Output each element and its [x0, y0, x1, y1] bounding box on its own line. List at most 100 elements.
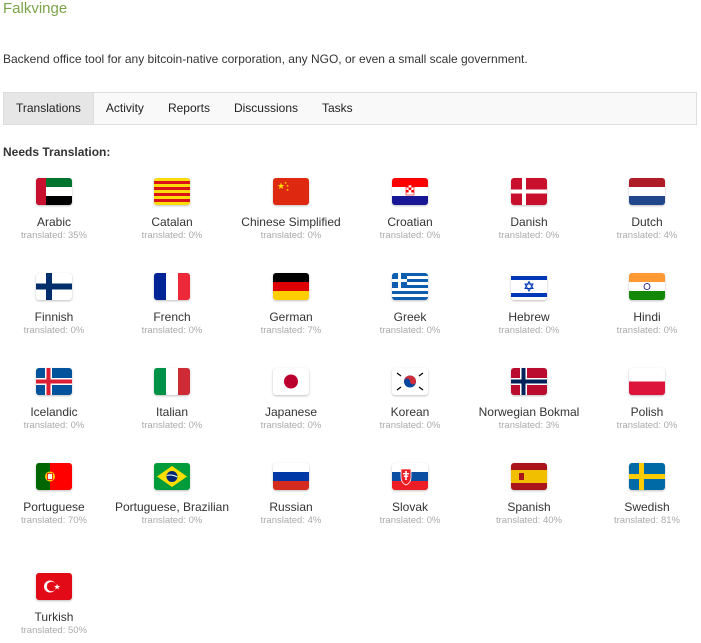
- tab-activity[interactable]: Activity: [94, 93, 156, 124]
- language-item[interactable]: Icelandic translated: 0%: [0, 368, 113, 431]
- translation-progress: translated: 0%: [141, 515, 203, 526]
- flag-icon: [36, 273, 72, 300]
- flag-icon: [629, 368, 665, 395]
- language-name: Russian: [269, 500, 313, 514]
- language-name: German: [269, 310, 313, 324]
- translation-progress: translated: 0%: [379, 230, 441, 241]
- language-item[interactable]: Polish translated: 0%: [588, 368, 701, 431]
- language-name: Slovak: [391, 500, 429, 514]
- language-name: Italian: [155, 405, 189, 419]
- flag-icon: ★ ★ ★ ★: [273, 178, 309, 205]
- language-name: Catalan: [151, 215, 193, 229]
- translation-progress: translated: 0%: [379, 515, 441, 526]
- language-name: Chinese Simplified: [241, 215, 341, 229]
- translation-progress: translated: 0%: [260, 230, 322, 241]
- translation-progress: translated: 35%: [20, 230, 87, 241]
- language-item[interactable]: Greek translated: 0%: [351, 273, 469, 336]
- flag-icon: [392, 463, 428, 490]
- language-item[interactable]: Danish translated: 0%: [470, 178, 588, 241]
- language-name: Finnish: [34, 310, 74, 324]
- flag-icon: [511, 463, 547, 490]
- language-name: Greek: [393, 310, 427, 324]
- tab-discussions[interactable]: Discussions: [222, 93, 310, 124]
- language-item[interactable]: Portuguese translated: 70%: [0, 463, 113, 526]
- flag-icon: [511, 368, 547, 395]
- translation-progress: translated: 4%: [616, 230, 678, 241]
- language-name: Swedish: [624, 500, 670, 514]
- tab-tasks[interactable]: Tasks: [310, 93, 365, 124]
- language-item[interactable]: Arabic translated: 35%: [0, 178, 113, 241]
- translation-progress: translated: 0%: [379, 420, 441, 431]
- flag-icon: [511, 273, 547, 300]
- language-name: French: [153, 310, 191, 324]
- flag-icon: [154, 463, 190, 490]
- translation-progress: translated: 0%: [141, 230, 203, 241]
- project-title: Falkvinge: [3, 0, 68, 17]
- language-name: Portuguese, Brazilian: [114, 500, 230, 514]
- translation-progress: translated: 0%: [141, 325, 203, 336]
- language-item[interactable]: Russian translated: 4%: [232, 463, 350, 526]
- svg-text:★: ★: [286, 188, 289, 192]
- translation-progress: translated: 3%: [498, 420, 560, 431]
- translation-progress: translated: 7%: [260, 325, 322, 336]
- language-item[interactable]: Finnish translated: 0%: [0, 273, 113, 336]
- language-item[interactable]: Portuguese, Brazilian translated: 0%: [113, 463, 231, 526]
- translation-progress: translated: 70%: [20, 515, 87, 526]
- flag-icon: [392, 368, 428, 395]
- language-item[interactable]: French translated: 0%: [113, 273, 231, 336]
- section-heading: Needs Translation:: [3, 145, 111, 159]
- translation-progress: translated: 0%: [616, 325, 678, 336]
- language-item[interactable]: Italian translated: 0%: [113, 368, 231, 431]
- flag-icon: [36, 463, 72, 490]
- flag-icon: [392, 178, 428, 205]
- language-item[interactable]: Hindi translated: 0%: [588, 273, 701, 336]
- svg-text:★: ★: [54, 583, 61, 592]
- flag-icon: [154, 273, 190, 300]
- language-item[interactable]: Catalan translated: 0%: [113, 178, 231, 241]
- language-name: Spanish: [507, 500, 551, 514]
- language-name: Portuguese: [23, 500, 85, 514]
- flag-icon: [392, 273, 428, 300]
- flag-icon: [273, 368, 309, 395]
- translation-progress: translated: 0%: [616, 420, 678, 431]
- flag-icon: [629, 178, 665, 205]
- language-item[interactable]: ★ ★ ★ ★ Chinese Simplified translated: 0%: [232, 178, 350, 241]
- language-name: Japanese: [264, 405, 318, 419]
- translation-progress: translated: 0%: [379, 325, 441, 336]
- language-item[interactable]: Korean translated: 0%: [351, 368, 469, 431]
- language-name: Turkish: [34, 610, 74, 624]
- language-item[interactable]: Spanish translated: 40%: [470, 463, 588, 526]
- flag-icon: [511, 178, 547, 205]
- language-item[interactable]: Hebrew translated: 0%: [470, 273, 588, 336]
- translation-progress: translated: 0%: [23, 325, 85, 336]
- language-name: Icelandic: [30, 405, 78, 419]
- language-item[interactable]: Croatian translated: 0%: [351, 178, 469, 241]
- translation-progress: translated: 40%: [495, 515, 562, 526]
- translation-progress: translated: 0%: [498, 325, 560, 336]
- language-item[interactable]: Swedish translated: 81%: [588, 463, 701, 526]
- language-item[interactable]: Slovak translated: 0%: [351, 463, 469, 526]
- translation-progress: translated: 81%: [613, 515, 680, 526]
- language-name: Dutch: [631, 215, 663, 229]
- translation-progress: translated: 50%: [20, 625, 87, 636]
- language-name: Hebrew: [508, 310, 550, 324]
- tab-bar: Translations Activity Reports Discussion…: [3, 92, 697, 125]
- language-item[interactable]: Norwegian Bokmal translated: 3%: [470, 368, 588, 431]
- flag-icon: [36, 368, 72, 395]
- language-item[interactable]: Japanese translated: 0%: [232, 368, 350, 431]
- language-item[interactable]: German translated: 7%: [232, 273, 350, 336]
- tab-translations[interactable]: Translations: [4, 93, 94, 124]
- language-name: Danish: [510, 215, 548, 229]
- flag-icon: ★: [36, 573, 72, 600]
- language-name: Croatian: [387, 215, 433, 229]
- translation-progress: translated: 4%: [260, 515, 322, 526]
- tab-reports[interactable]: Reports: [156, 93, 222, 124]
- language-item[interactable]: ★ Turkish translated: 50%: [0, 573, 113, 636]
- flag-icon: [154, 368, 190, 395]
- flag-icon: [629, 273, 665, 300]
- translation-progress: translated: 0%: [498, 230, 560, 241]
- flag-icon: [629, 463, 665, 490]
- project-description: Backend office tool for any bitcoin-nati…: [3, 52, 528, 66]
- language-item[interactable]: Dutch translated: 4%: [588, 178, 701, 241]
- flag-icon: [273, 463, 309, 490]
